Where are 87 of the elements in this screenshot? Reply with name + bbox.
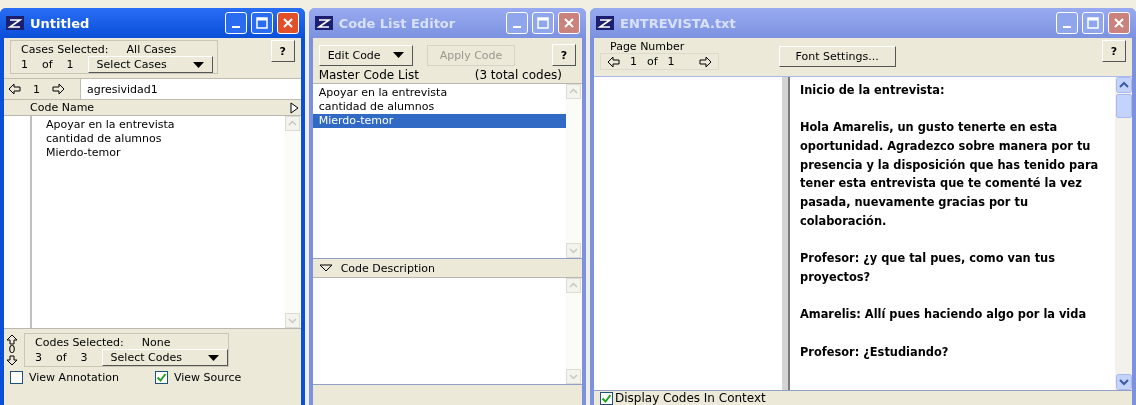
close-button[interactable] — [1108, 12, 1130, 34]
checkbox[interactable] — [10, 371, 23, 384]
cases-selected-label: Cases Selected: — [21, 43, 109, 56]
scrollbar[interactable] — [1115, 76, 1132, 390]
window-title: Untitled — [30, 15, 90, 31]
section-header[interactable]: Code Description — [340, 261, 435, 275]
codes-selected-value: None — [141, 336, 171, 349]
left-arrow-icon[interactable] — [8, 83, 21, 95]
document-paragraph: Amarelis: Allí pues haciendo algo por la vida — [800, 306, 1088, 324]
record-name: agresividad1 — [81, 79, 301, 99]
scroll-down-icon[interactable] — [1115, 374, 1132, 390]
close-icon — [1113, 17, 1125, 29]
window-title: Code List Editor — [338, 15, 456, 31]
help-button[interactable]: ? — [270, 40, 295, 62]
code-item[interactable]: cantidad de alumnos — [312, 100, 566, 114]
app-icon — [314, 16, 333, 30]
of-label: of — [56, 351, 67, 364]
page-total: 1 — [667, 55, 675, 68]
maximize-button[interactable] — [532, 12, 554, 34]
edit-code-button[interactable]: Edit Code — [318, 44, 413, 66]
list-label: Master Code List — [318, 68, 419, 82]
caret-icon — [392, 52, 404, 58]
of-label: of — [42, 58, 53, 71]
help-button[interactable]: ? — [1102, 40, 1126, 62]
maximize-button[interactable] — [1082, 12, 1104, 34]
code-total: 3 — [80, 351, 88, 364]
minimize-icon — [1063, 26, 1071, 28]
checkmark-icon — [155, 372, 167, 383]
document-text-area[interactable] — [790, 76, 1115, 390]
app-icon — [596, 16, 614, 30]
maximize-icon — [1087, 17, 1099, 29]
caret-icon — [192, 61, 204, 68]
document-paragraph: Inicio de la entrevista: — [800, 81, 946, 99]
code-count: (3 total codes) — [474, 68, 562, 82]
minimize-button[interactable] — [506, 12, 528, 34]
checkbox-label[interactable]: View Annotation — [29, 371, 119, 384]
checkbox[interactable] — [154, 371, 168, 384]
close-icon — [563, 17, 575, 29]
help-button[interactable]: ? — [552, 44, 576, 66]
maximize-button[interactable] — [250, 12, 273, 34]
record-number: 1 — [33, 82, 40, 96]
window-title: ENTREVISTA.txt — [620, 15, 736, 31]
left-arrow-icon[interactable] — [607, 55, 620, 68]
code-index: 3 — [35, 351, 42, 364]
case-total: 1 — [66, 58, 74, 71]
code-item[interactable]: Mierdo-temor — [312, 114, 566, 128]
page-number-label: Page Number — [609, 40, 686, 53]
maximize-icon — [255, 17, 268, 29]
minimize-button[interactable] — [1056, 12, 1078, 34]
close-icon — [281, 17, 294, 29]
checkbox-label[interactable]: View Source — [173, 371, 242, 384]
column-header[interactable]: Code Name — [30, 101, 95, 114]
document-paragraph: Profesor: ¿y que tal pues, como van tus proyectos? — [800, 250, 1056, 286]
code-item[interactable]: Mierdo-temor — [32, 146, 285, 160]
minimize-icon — [231, 26, 240, 28]
app-icon — [6, 16, 24, 30]
code-item[interactable]: cantidad de alumnos — [32, 132, 285, 146]
code-item[interactable]: Apoyar en la entrevista — [32, 118, 285, 132]
close-button[interactable] — [276, 12, 299, 34]
right-arrow-icon[interactable] — [52, 83, 65, 95]
scroll-count: 0 — [8, 345, 16, 355]
font-settings-button[interactable]: Font Settings... — [778, 46, 896, 67]
document-paragraph: Profesor: ¿Estudiando? — [800, 343, 950, 361]
minimize-icon — [513, 26, 521, 28]
down-arrow-icon[interactable] — [6, 355, 18, 366]
codes-selected-label: Codes Selected: — [35, 336, 124, 349]
case-index: 1 — [21, 58, 28, 71]
up-arrow-icon[interactable] — [6, 334, 18, 345]
scroll-thumb[interactable] — [1115, 93, 1132, 118]
checkbox[interactable] — [600, 391, 613, 405]
select-codes-button[interactable]: Select Codes — [101, 349, 228, 366]
close-button[interactable] — [558, 12, 580, 34]
checkmark-icon — [601, 392, 612, 404]
expand-arrow-icon[interactable] — [289, 101, 299, 114]
cases-selected-value: All Cases — [126, 43, 177, 56]
caret-icon — [207, 354, 219, 361]
expanded-triangle-icon[interactable] — [318, 264, 333, 272]
right-arrow-icon[interactable] — [698, 55, 712, 68]
code-item[interactable]: Apoyar en la entrevista — [312, 86, 566, 100]
minimize-button[interactable] — [224, 12, 247, 34]
page-index: 1 — [630, 55, 637, 68]
select-cases-button[interactable]: Select Cases — [87, 56, 213, 73]
maximize-icon — [537, 17, 549, 29]
document-paragraph: Hola Amarelis, un gusto tenerte en esta oportunidad. Agradezco sobre manera por tu presencia y la disposición que has tenido para tener esta entrevista que te comenté la vez pasada, nuevamente gracias por tu colaboración. — [800, 119, 1100, 230]
checkbox-label[interactable]: Display Codes In Context — [615, 391, 766, 405]
of-label: of — [647, 55, 658, 68]
scroll-up-icon[interactable] — [1115, 76, 1132, 93]
